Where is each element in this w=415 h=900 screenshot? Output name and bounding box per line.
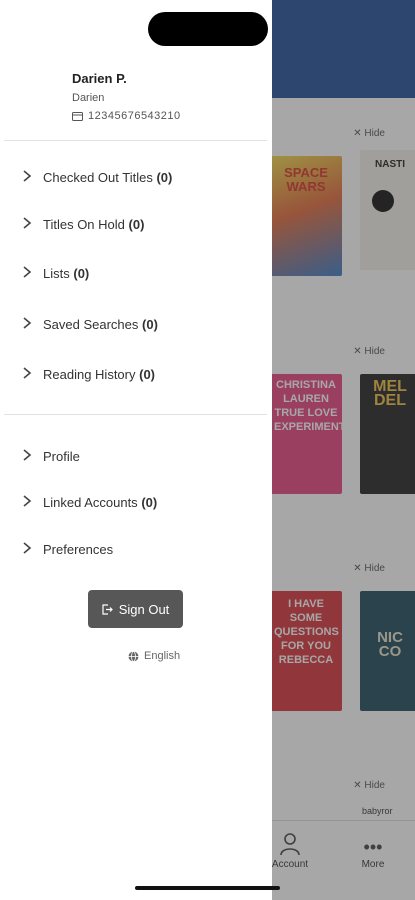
chevron-right-icon bbox=[23, 217, 32, 229]
sign-out-button[interactable]: Sign Out bbox=[88, 590, 183, 628]
side-drawer: Darien P. Darien 12345676543210 Checked … bbox=[0, 0, 272, 900]
menu-preferences[interactable]: Preferences bbox=[0, 532, 272, 566]
chevron-right-icon bbox=[23, 170, 32, 182]
card-number: 12345676543210 bbox=[88, 110, 181, 122]
language-selector[interactable]: English bbox=[128, 650, 180, 662]
divider bbox=[4, 414, 267, 415]
home-indicator bbox=[135, 886, 280, 890]
user-subname: Darien bbox=[72, 92, 105, 104]
moon-icon[interactable] bbox=[86, 650, 102, 666]
menu-label: Profile bbox=[43, 448, 80, 464]
menu-label: Saved Searches (0) bbox=[43, 316, 158, 332]
language-label: English bbox=[144, 650, 181, 662]
chevron-right-icon bbox=[23, 266, 32, 278]
menu-saved-searches[interactable]: Saved Searches (0) bbox=[0, 307, 272, 341]
menu-linked-accounts[interactable]: Linked Accounts (0) bbox=[0, 485, 272, 519]
menu-label: Reading History (0) bbox=[43, 366, 156, 382]
user-name: Darien P. bbox=[72, 71, 127, 86]
menu-on-hold[interactable]: Titles On Hold (0) bbox=[0, 207, 272, 241]
chevron-right-icon bbox=[23, 367, 32, 379]
dynamic-island bbox=[148, 12, 268, 46]
sign-out-icon bbox=[102, 603, 113, 615]
menu-profile[interactable]: Profile bbox=[0, 439, 272, 473]
menu-lists[interactable]: Lists (0) bbox=[0, 256, 272, 290]
menu-label: Checked Out Titles (0) bbox=[43, 169, 173, 185]
menu-label: Linked Accounts (0) bbox=[43, 494, 158, 510]
chevron-right-icon bbox=[23, 495, 32, 507]
chevron-right-icon bbox=[23, 449, 32, 461]
library-card: 12345676543210 bbox=[72, 110, 181, 122]
card-icon bbox=[72, 111, 83, 121]
globe-icon bbox=[128, 650, 139, 662]
chevron-right-icon bbox=[23, 542, 32, 554]
menu-label: Lists (0) bbox=[43, 265, 90, 281]
sign-out-label: Sign Out bbox=[118, 601, 170, 617]
menu-reading-history[interactable]: Reading History (0) bbox=[0, 357, 272, 391]
chevron-right-icon bbox=[23, 317, 32, 329]
menu-label: Preferences bbox=[43, 541, 114, 557]
divider bbox=[4, 140, 267, 141]
menu-checked-out[interactable]: Checked Out Titles (0) bbox=[0, 160, 272, 194]
menu-label: Titles On Hold (0) bbox=[43, 216, 145, 232]
